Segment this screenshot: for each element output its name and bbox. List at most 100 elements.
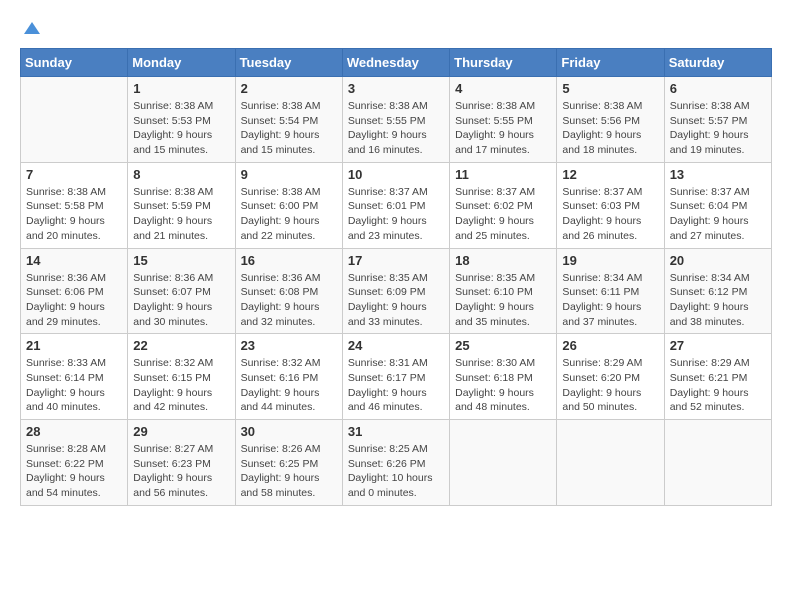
day-number: 18 — [455, 253, 551, 268]
day-info: Sunrise: 8:29 AM Sunset: 6:20 PM Dayligh… — [562, 356, 658, 415]
day-number: 23 — [241, 338, 337, 353]
day-info: Sunrise: 8:31 AM Sunset: 6:17 PM Dayligh… — [348, 356, 444, 415]
day-number: 4 — [455, 81, 551, 96]
calendar-cell: 19Sunrise: 8:34 AM Sunset: 6:11 PM Dayli… — [557, 248, 664, 334]
calendar-cell: 3 Sunrise: 8:38 AM Sunset: 5:55 PM Daylig… — [342, 77, 449, 163]
day-info: Sunrise: 8:25 AM Sunset: 6:26 PM Dayligh… — [348, 442, 444, 501]
day-info: Sunrise: 8:37 AM Sunset: 6:02 PM Dayligh… — [455, 185, 551, 244]
day-number: 3 — [348, 81, 444, 96]
day-number: 20 — [670, 253, 766, 268]
calendar-cell: 17 Sunrise: 8:35 AM Sunset: 6:09 PM Dayli… — [342, 248, 449, 334]
day-info: Sunrise: 8:27 AM Sunset: 6:23 PM Dayligh… — [133, 442, 229, 501]
calendar-cell: 26 Sunrise: 8:29 AM Sunset: 6:20 PM Dayli… — [557, 334, 664, 420]
calendar-week-row: 7 Sunrise: 8:38 AM Sunset: 5:58 PM Daylig… — [21, 162, 772, 248]
day-number: 21 — [26, 338, 122, 353]
calendar-cell: 25 Sunrise: 8:30 AM Sunset: 6:18 PM Dayli… — [450, 334, 557, 420]
day-number: 2 — [241, 81, 337, 96]
day-info: Sunrise: 8:37 AM Sunset: 6:01 PM Dayligh… — [348, 185, 444, 244]
day-info: Sunrise: 8:26 AM Sunset: 6:25 PM Dayligh… — [241, 442, 337, 501]
calendar-cell: 18 Sunrise: 8:35 AM Sunset: 6:10 PM Dayli… — [450, 248, 557, 334]
day-number: 7 — [26, 167, 122, 182]
day-info: Sunrise: 8:34 AM Sunset: 6:11 PM Dayligh… — [562, 271, 658, 330]
calendar-week-row: 1 Sunrise: 8:38 AM Sunset: 5:53 PM Daylig… — [21, 77, 772, 163]
calendar-cell: 13 Sunrise: 8:37 AM Sunset: 6:04 PM Dayli… — [664, 162, 771, 248]
day-info: Sunrise: 8:38 AM Sunset: 5:58 PM Dayligh… — [26, 185, 122, 244]
calendar-table: SundayMondayTuesdayWednesdayThursdayFrid… — [20, 48, 772, 506]
calendar-cell: 12Sunrise: 8:37 AM Sunset: 6:03 PM Dayli… — [557, 162, 664, 248]
day-number: 28 — [26, 424, 122, 439]
calendar-cell: 29 Sunrise: 8:27 AM Sunset: 6:23 PM Dayli… — [128, 420, 235, 506]
day-info: Sunrise: 8:32 AM Sunset: 6:15 PM Dayligh… — [133, 356, 229, 415]
day-info: Sunrise: 8:32 AM Sunset: 6:16 PM Dayligh… — [241, 356, 337, 415]
day-number: 13 — [670, 167, 766, 182]
calendar-cell: 4 Sunrise: 8:38 AM Sunset: 5:55 PM Daylig… — [450, 77, 557, 163]
day-info: Sunrise: 8:38 AM Sunset: 5:53 PM Dayligh… — [133, 99, 229, 158]
calendar-cell: 22 Sunrise: 8:32 AM Sunset: 6:15 PM Dayli… — [128, 334, 235, 420]
weekday-header-wednesday: Wednesday — [342, 49, 449, 77]
calendar-cell: 11 Sunrise: 8:37 AM Sunset: 6:02 PM Dayli… — [450, 162, 557, 248]
day-number: 8 — [133, 167, 229, 182]
calendar-cell: 5 Sunrise: 8:38 AM Sunset: 5:56 PM Daylig… — [557, 77, 664, 163]
day-info: Sunrise: 8:36 AM Sunset: 6:06 PM Dayligh… — [26, 271, 122, 330]
day-number: 24 — [348, 338, 444, 353]
logo-icon — [22, 20, 42, 40]
day-number: 14 — [26, 253, 122, 268]
day-number: 16 — [241, 253, 337, 268]
day-info: Sunrise: 8:38 AM Sunset: 5:57 PM Dayligh… — [670, 99, 766, 158]
calendar-cell: 10 Sunrise: 8:37 AM Sunset: 6:01 PM Dayli… — [342, 162, 449, 248]
day-info: Sunrise: 8:35 AM Sunset: 6:10 PM Dayligh… — [455, 271, 551, 330]
calendar-cell: 23 Sunrise: 8:32 AM Sunset: 6:16 PM Dayli… — [235, 334, 342, 420]
calendar-week-row: 21Sunrise: 8:33 AM Sunset: 6:14 PM Dayli… — [21, 334, 772, 420]
day-number: 11 — [455, 167, 551, 182]
day-info: Sunrise: 8:35 AM Sunset: 6:09 PM Dayligh… — [348, 271, 444, 330]
day-number: 5 — [562, 81, 658, 96]
calendar-cell — [21, 77, 128, 163]
logo — [20, 20, 42, 38]
day-info: Sunrise: 8:38 AM Sunset: 5:55 PM Dayligh… — [348, 99, 444, 158]
day-number: 15 — [133, 253, 229, 268]
calendar-cell: 27 Sunrise: 8:29 AM Sunset: 6:21 PM Dayli… — [664, 334, 771, 420]
calendar-cell: 16Sunrise: 8:36 AM Sunset: 6:08 PM Dayli… — [235, 248, 342, 334]
calendar-cell: 20 Sunrise: 8:34 AM Sunset: 6:12 PM Dayli… — [664, 248, 771, 334]
day-info: Sunrise: 8:30 AM Sunset: 6:18 PM Dayligh… — [455, 356, 551, 415]
day-info: Sunrise: 8:38 AM Sunset: 5:59 PM Dayligh… — [133, 185, 229, 244]
day-info: Sunrise: 8:28 AM Sunset: 6:22 PM Dayligh… — [26, 442, 122, 501]
calendar-week-row: 28 Sunrise: 8:28 AM Sunset: 6:22 PM Dayli… — [21, 420, 772, 506]
day-info: Sunrise: 8:38 AM Sunset: 5:54 PM Dayligh… — [241, 99, 337, 158]
day-number: 31 — [348, 424, 444, 439]
weekday-header-tuesday: Tuesday — [235, 49, 342, 77]
day-number: 27 — [670, 338, 766, 353]
weekday-header-saturday: Saturday — [664, 49, 771, 77]
weekday-header-thursday: Thursday — [450, 49, 557, 77]
day-number: 22 — [133, 338, 229, 353]
day-info: Sunrise: 8:38 AM Sunset: 5:56 PM Dayligh… — [562, 99, 658, 158]
day-number: 1 — [133, 81, 229, 96]
day-number: 17 — [348, 253, 444, 268]
weekday-header-monday: Monday — [128, 49, 235, 77]
page-header — [20, 20, 772, 38]
day-info: Sunrise: 8:38 AM Sunset: 5:55 PM Dayligh… — [455, 99, 551, 158]
day-number: 10 — [348, 167, 444, 182]
weekday-header-friday: Friday — [557, 49, 664, 77]
calendar-cell: 14 Sunrise: 8:36 AM Sunset: 6:06 PM Dayli… — [21, 248, 128, 334]
day-info: Sunrise: 8:36 AM Sunset: 6:07 PM Dayligh… — [133, 271, 229, 330]
calendar-cell: 1 Sunrise: 8:38 AM Sunset: 5:53 PM Daylig… — [128, 77, 235, 163]
day-info: Sunrise: 8:29 AM Sunset: 6:21 PM Dayligh… — [670, 356, 766, 415]
calendar-cell: 31 Sunrise: 8:25 AM Sunset: 6:26 PM Dayli… — [342, 420, 449, 506]
calendar-cell: 28 Sunrise: 8:28 AM Sunset: 6:22 PM Dayli… — [21, 420, 128, 506]
calendar-cell: 2 Sunrise: 8:38 AM Sunset: 5:54 PM Daylig… — [235, 77, 342, 163]
calendar-cell: 6 Sunrise: 8:38 AM Sunset: 5:57 PM Daylig… — [664, 77, 771, 163]
day-number: 29 — [133, 424, 229, 439]
day-info: Sunrise: 8:34 AM Sunset: 6:12 PM Dayligh… — [670, 271, 766, 330]
calendar-cell: 30 Sunrise: 8:26 AM Sunset: 6:25 PM Dayli… — [235, 420, 342, 506]
day-number: 25 — [455, 338, 551, 353]
calendar-cell: 21Sunrise: 8:33 AM Sunset: 6:14 PM Dayli… — [21, 334, 128, 420]
day-info: Sunrise: 8:37 AM Sunset: 6:04 PM Dayligh… — [670, 185, 766, 244]
calendar-cell: 8 Sunrise: 8:38 AM Sunset: 5:59 PM Daylig… — [128, 162, 235, 248]
day-info: Sunrise: 8:38 AM Sunset: 6:00 PM Dayligh… — [241, 185, 337, 244]
weekday-header-sunday: Sunday — [21, 49, 128, 77]
day-number: 6 — [670, 81, 766, 96]
day-number: 30 — [241, 424, 337, 439]
day-number: 26 — [562, 338, 658, 353]
day-info: Sunrise: 8:37 AM Sunset: 6:03 PM Dayligh… — [562, 185, 658, 244]
